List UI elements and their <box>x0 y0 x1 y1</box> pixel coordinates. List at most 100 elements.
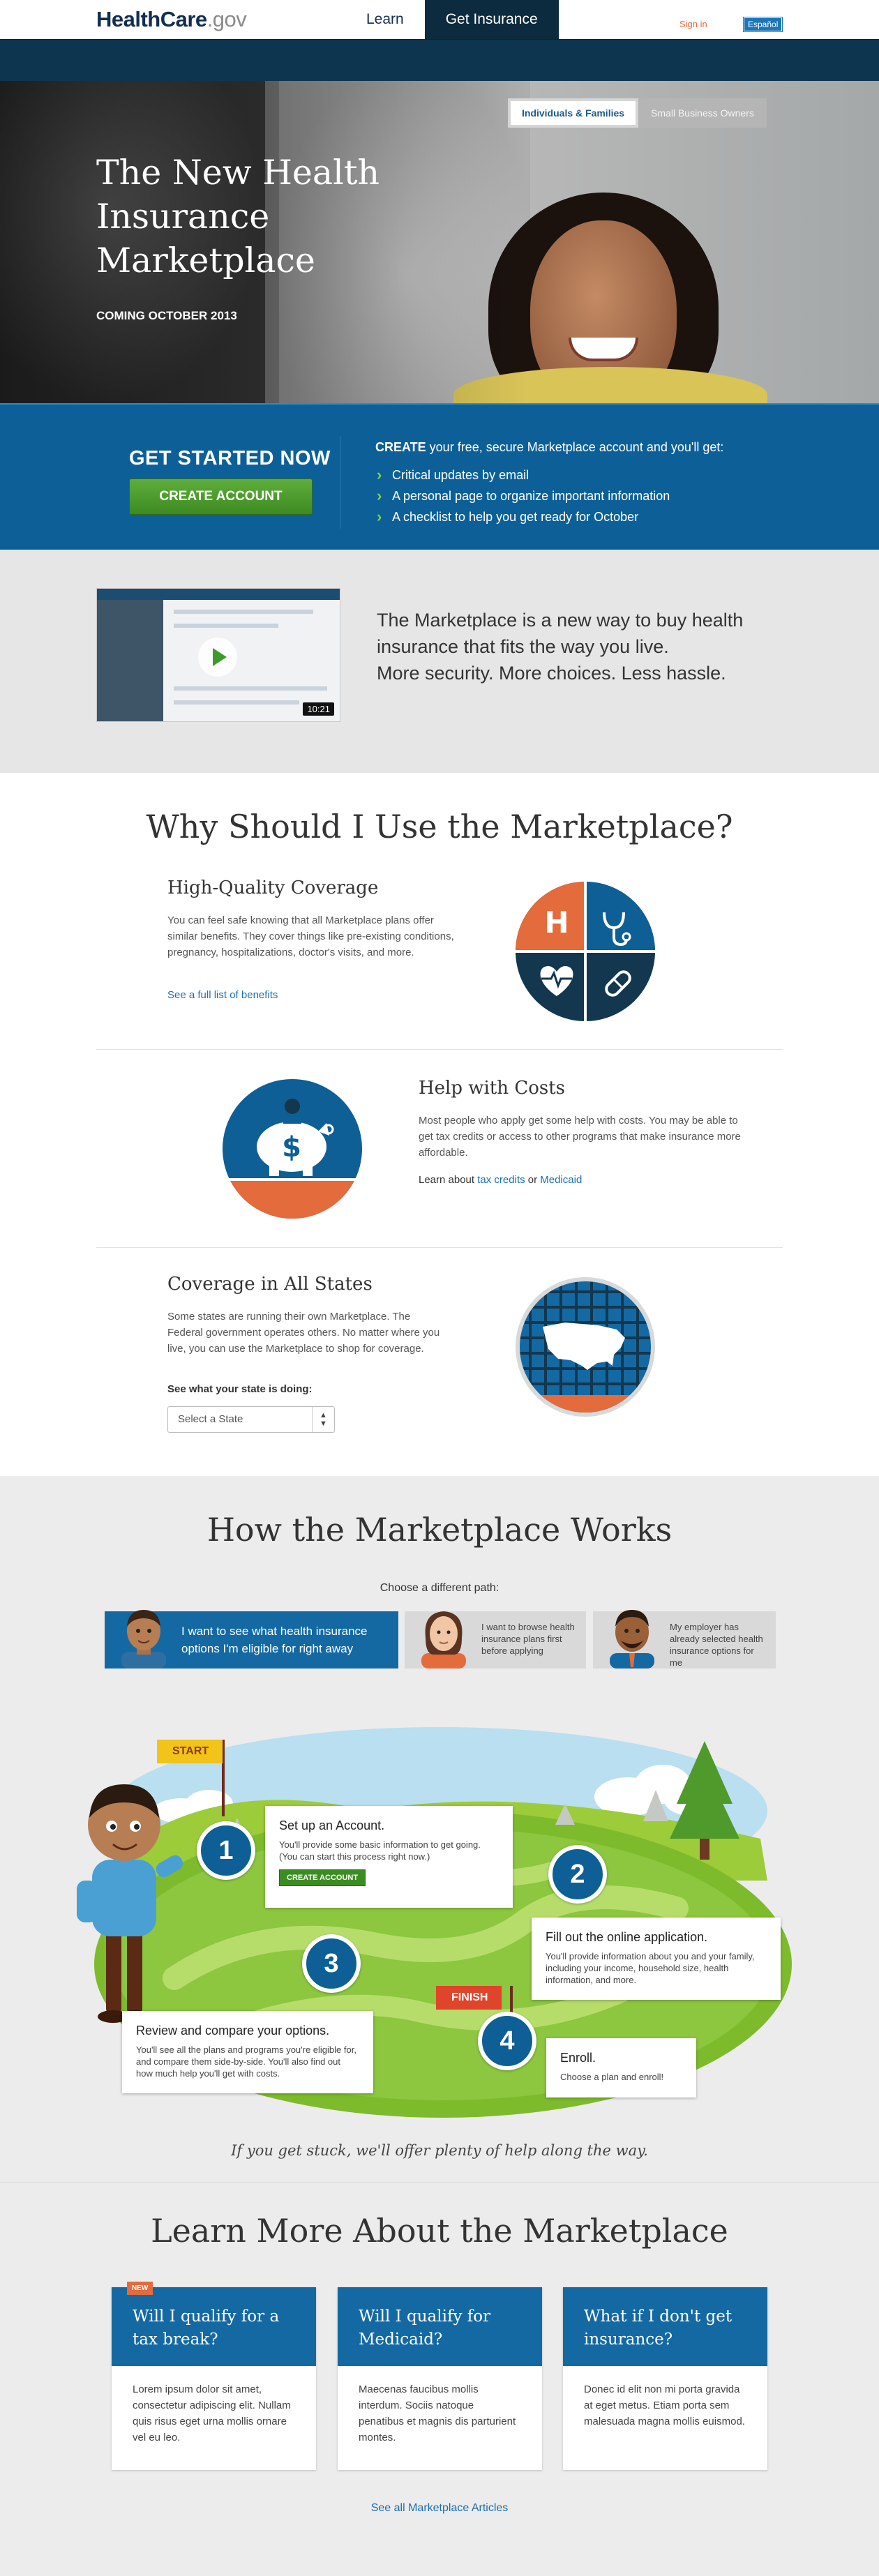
learn-more-section: Learn More About the Marketplace NEW Wil… <box>0 2182 879 2575</box>
article-card-no-insurance[interactable]: What if I don't get insurance? Donec id … <box>563 2287 767 2470</box>
new-badge: NEW <box>127 2282 153 2295</box>
us-map-icon <box>516 1277 655 1417</box>
section-divider <box>96 1247 783 1248</box>
state-select-value: Select a State <box>178 1413 243 1425</box>
feature-title-coverage: High-Quality Coverage <box>167 878 379 898</box>
list-item: A checklist to help you get ready for Oc… <box>375 506 670 527</box>
video-description-line1: The Marketplace is a new way to buy heal… <box>377 610 744 657</box>
video-thumbnail-bar <box>97 589 340 600</box>
choose-path-label: Choose a different path: <box>380 1582 499 1594</box>
path-option-eligible[interactable]: I want to see what health insurance opti… <box>105 1610 398 1669</box>
path-label: I want to browse health insurance plans … <box>481 1622 575 1656</box>
article-card-tax-break[interactable]: NEW Will I qualify for a tax break? Lore… <box>112 2282 316 2470</box>
path-label: I want to see what health insurance opti… <box>181 1625 368 1655</box>
article-title: Will I qualify for a tax break? <box>112 2287 316 2366</box>
step-card-3: Review and compare your options. You'll … <box>122 2011 373 2093</box>
healthcare-logo[interactable]: HealthCare.gov <box>96 7 247 32</box>
audience-tabs: Individuals & Families Small Business Ow… <box>508 98 767 128</box>
video-thumbnail-line <box>174 610 313 614</box>
select-arrows-icon: ▲ ▼ <box>312 1407 334 1432</box>
path-option-employer[interactable]: My employer has already selected health … <box>593 1610 776 1669</box>
how-title: How the Marketplace Works <box>206 1511 673 1549</box>
top-header: HealthCare.gov Learn Get Insurance Sign … <box>0 0 879 39</box>
svg-text:$: $ <box>282 1131 301 1163</box>
video-section: 10:21 The Marketplace is a new way to bu… <box>0 550 879 773</box>
tab-small-business-owners[interactable]: Small Business Owners <box>638 98 767 128</box>
lead-text: your free, secure Marketplace account an… <box>426 440 724 454</box>
benefits-list: Critical updates by email A personal pag… <box>375 465 670 527</box>
person-avatar-icon <box>421 1611 466 1669</box>
see-all-articles-link[interactable]: See all Marketplace Articles <box>0 2502 879 2515</box>
article-excerpt: Maecenas faucibus mollis interdum. Socii… <box>359 2383 516 2443</box>
logo-suffix: .gov <box>206 7 247 31</box>
language-toggle[interactable]: Español <box>744 17 783 31</box>
create-account-button[interactable]: CREATE ACCOUNT <box>129 479 313 515</box>
sign-in-link[interactable]: Sign in <box>679 19 707 29</box>
feature-text-states: Some states are running their own Market… <box>167 1311 440 1355</box>
learn-about-prefix: Learn about <box>419 1174 478 1186</box>
logo-main: HealthCare <box>96 7 207 31</box>
why-title: Why Should I Use the Marketplace? <box>146 808 733 845</box>
article-card-medicaid[interactable]: Will I qualify for Medicaid? Maecenas fa… <box>338 2287 542 2470</box>
hero-title: The New Health Insurance Marketplace <box>96 153 380 280</box>
step-number-1: 1 <box>197 1821 255 1880</box>
video-thumbnail-sidebar <box>97 600 163 721</box>
feature-text-coverage: You can feel safe knowing that all Marke… <box>167 914 454 958</box>
medicaid-link[interactable]: Medicaid <box>540 1174 582 1186</box>
list-item: A personal page to organize important in… <box>375 485 670 506</box>
help-note: If you get stuck, we'll offer plenty of … <box>231 2142 648 2159</box>
hospital-letter: H <box>544 905 569 940</box>
nav-get-insurance[interactable]: Get Insurance <box>424 0 559 39</box>
tab-individuals-families[interactable]: Individuals & Families <box>508 98 639 128</box>
person-avatar-icon <box>610 1610 654 1669</box>
why-section: Why Should I Use the Marketplace? High-Q… <box>0 773 879 1476</box>
feature-title-costs: Help with Costs <box>419 1078 565 1099</box>
video-description: The Marketplace is a new way to buy heal… <box>377 607 781 686</box>
step-number-2: 2 <box>548 1845 607 1904</box>
tax-credits-link[interactable]: tax credits <box>477 1174 525 1186</box>
path-option-browse[interactable]: I want to browse health insurance plans … <box>405 1611 586 1669</box>
learn-more-title: Learn More About the Marketplace <box>151 2212 728 2250</box>
coverage-icon: H <box>516 882 655 1021</box>
step-create-account-button[interactable]: CREATE ACCOUNT <box>279 1869 366 1886</box>
step-card-1: Set up an Account. You'll provide some b… <box>265 1806 513 1908</box>
list-item: Critical updates by email <box>375 465 670 485</box>
learn-about-links: Learn about tax credits or Medicaid <box>419 1172 582 1188</box>
feature-title-states: Coverage in All States <box>167 1274 373 1295</box>
video-player[interactable]: 10:21 <box>96 588 340 722</box>
hero-banner: The New Health Insurance Marketplace COM… <box>0 81 879 403</box>
state-select[interactable]: Select a State ▲ ▼ <box>167 1406 335 1433</box>
step-text: You'll provide information about you and… <box>546 1951 755 1985</box>
sub-navigation-bar <box>0 39 879 81</box>
get-started-section: GET STARTED NOW CREATE ACCOUNT CREATE yo… <box>0 403 879 550</box>
feature-text-costs: Most people who apply get some help with… <box>419 1115 741 1159</box>
article-title: Will I qualify for Medicaid? <box>338 2287 542 2366</box>
finish-flag: FINISH <box>436 1986 502 2010</box>
how-it-works-section: How the Marketplace Works Choose a diffe… <box>0 1476 879 2182</box>
start-flag: START <box>157 1740 223 1763</box>
section-divider <box>96 1049 783 1050</box>
step-text: You'll see all the plans and programs yo… <box>136 2044 356 2079</box>
video-description-line2: More security. More choices. Less hassle… <box>377 663 726 684</box>
piggy-bank-icon: $ <box>222 1079 363 1219</box>
step-title: Fill out the online application. <box>546 1930 708 1944</box>
learn-about-joiner: or <box>525 1174 541 1186</box>
state-prompt: See what your state is doing: <box>167 1383 313 1395</box>
step-title: Enroll. <box>560 2051 596 2065</box>
play-button-icon[interactable] <box>198 638 237 677</box>
get-started-title: GET STARTED NOW <box>129 447 331 469</box>
step-number-3: 3 <box>302 1934 361 1993</box>
get-started-lead: CREATE your free, secure Marketplace acc… <box>375 440 723 455</box>
benefits-list-link[interactable]: See a full list of benefits <box>167 989 278 1001</box>
step-number-4: 4 <box>478 2012 536 2070</box>
step-text: Choose a plan and enroll! <box>560 2072 664 2082</box>
path-label: My employer has already selected health … <box>670 1622 763 1668</box>
nav-learn[interactable]: Learn <box>345 0 425 39</box>
step-text: You'll provide some basic information to… <box>279 1839 481 1862</box>
step-card-2: Fill out the online application. You'll … <box>532 1918 781 2000</box>
video-duration: 10:21 <box>303 702 334 716</box>
video-thumbnail-line <box>174 686 327 691</box>
article-excerpt: Lorem ipsum dolor sit amet, consectetur … <box>133 2383 291 2443</box>
step-card-4: Enroll. Choose a plan and enroll! <box>546 2038 696 2097</box>
hero-subtitle: COMING OCTOBER 2013 <box>96 309 237 322</box>
